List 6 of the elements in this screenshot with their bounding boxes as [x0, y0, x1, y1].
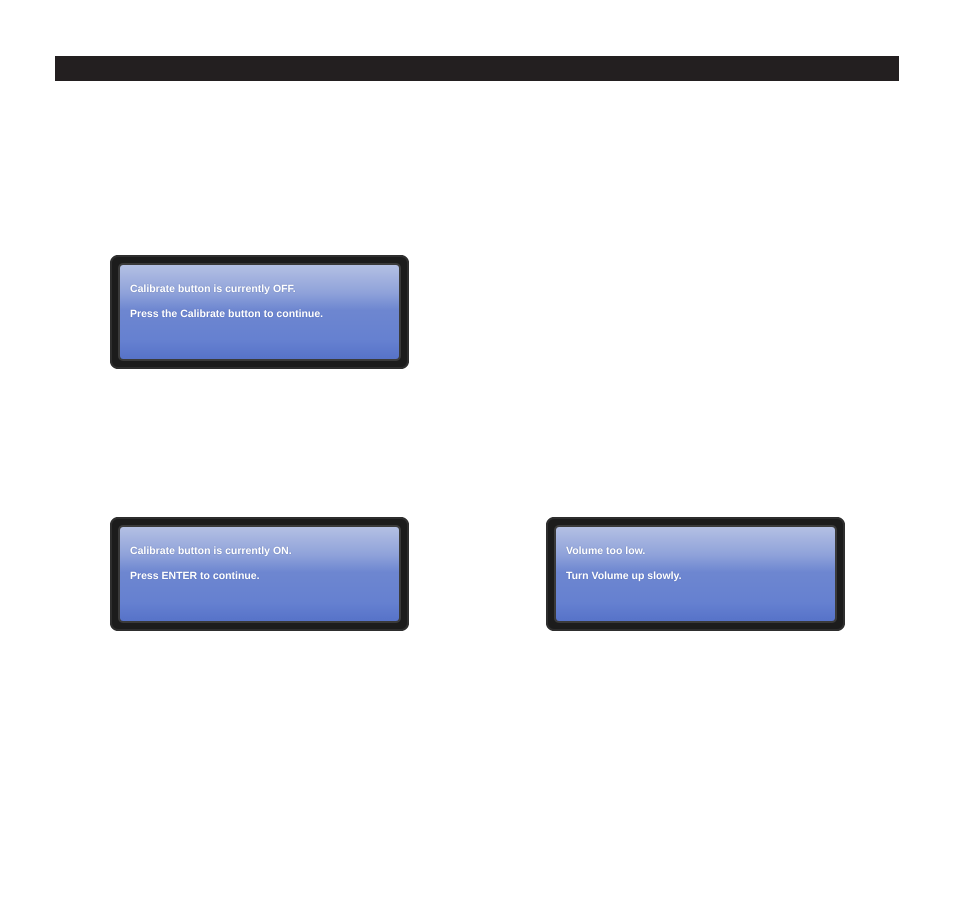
- message-text: Press the Calibrate button to continue.: [130, 308, 324, 320]
- message-text: Volume too low.: [566, 545, 646, 557]
- message-text: Calibrate button is currently OFF.: [130, 283, 296, 295]
- message-text: Turn Volume up slowly.: [566, 570, 682, 582]
- message-text: Calibrate button is currently ON.: [130, 545, 292, 557]
- message-text: Press ENTER to continue.: [130, 570, 260, 582]
